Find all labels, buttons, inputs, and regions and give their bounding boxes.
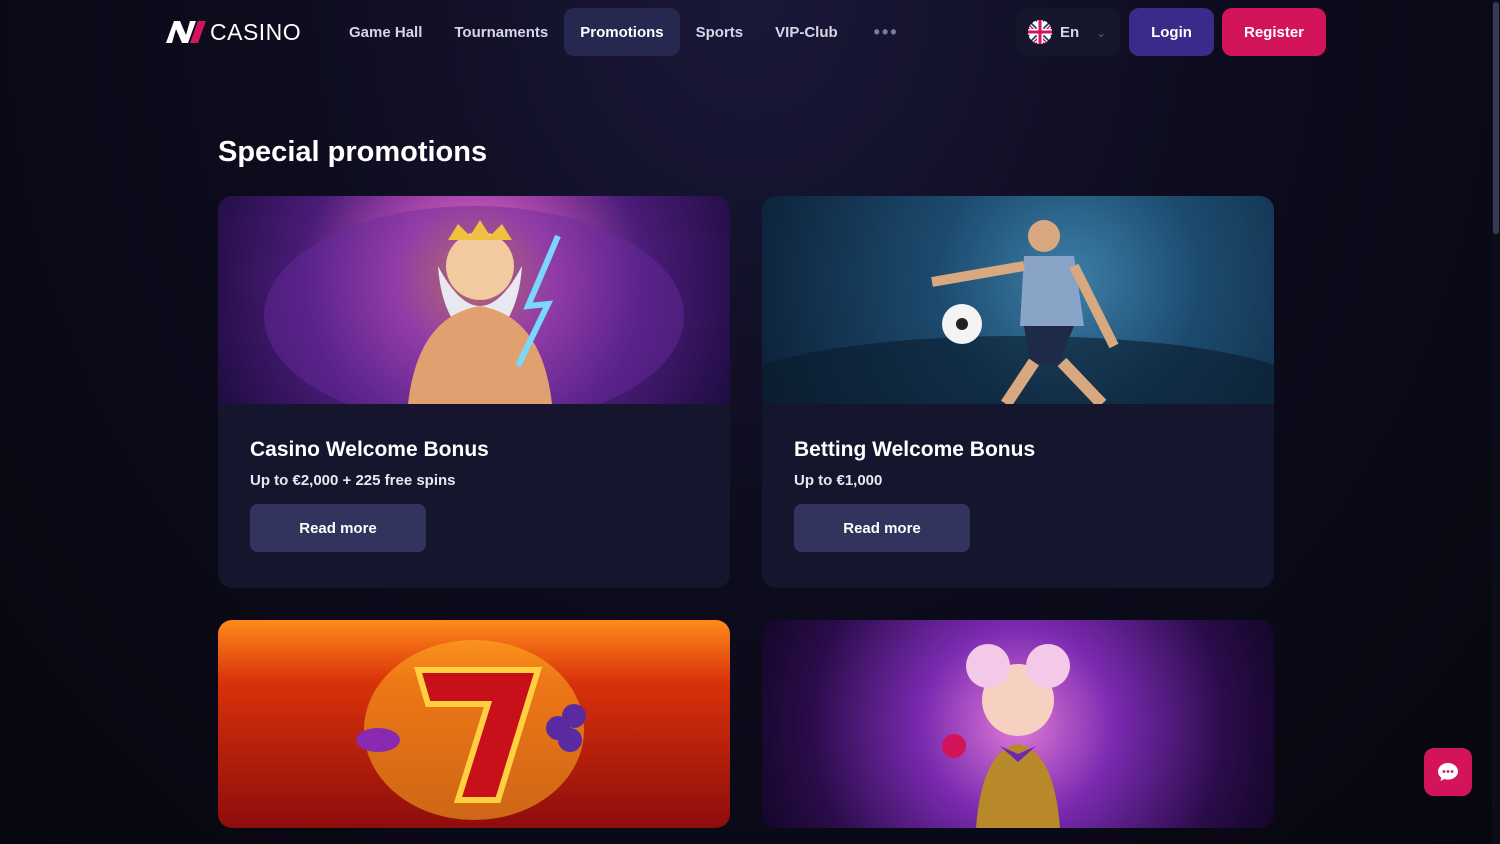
nav-vip-club[interactable]: VIP-Club [759, 8, 854, 56]
uk-flag-icon [1028, 20, 1052, 44]
more-menu-icon[interactable]: ••• [854, 8, 919, 56]
nav-promotions[interactable]: Promotions [564, 8, 680, 56]
brand-logo[interactable]: CASINO [166, 18, 302, 45]
page-scrollbar[interactable] [1492, 0, 1500, 844]
read-more-button[interactable]: Read more [250, 504, 426, 552]
chevron-down-icon: ⌄ [1095, 26, 1106, 40]
vip-clown-illustration [762, 620, 1274, 828]
chat-button[interactable] [1424, 748, 1472, 796]
promo-card-casino: Casino Welcome Bonus Up to €2,000 + 225 … [218, 196, 730, 588]
nav-tournaments[interactable]: Tournaments [438, 8, 564, 56]
page-title: Special promotions [218, 136, 488, 168]
promo-subtitle: Up to €1,000 [794, 472, 883, 489]
main-nav: Game Hall Tournaments Promotions Sports … [333, 8, 919, 56]
promo-title: Casino Welcome Bonus [250, 438, 489, 461]
register-button[interactable]: Register [1222, 8, 1326, 56]
soccer-player-illustration [762, 196, 1274, 404]
top-header: CASINO Game Hall Tournaments Promotions … [0, 0, 1500, 64]
scrollbar-thumb[interactable] [1493, 2, 1499, 234]
nav-game-hall[interactable]: Game Hall [333, 8, 438, 56]
promo-card-vip [762, 620, 1274, 828]
lucky-seven-illustration [218, 620, 730, 828]
promo-card-slots [218, 620, 730, 828]
chat-bubble-icon [1438, 763, 1458, 781]
login-button[interactable]: Login [1129, 8, 1214, 56]
promo-title: Betting Welcome Bonus [794, 438, 1036, 461]
brand-name: CASINO [210, 18, 302, 45]
brand-mark-icon [166, 21, 206, 43]
language-selector[interactable]: En ⌄ [1016, 8, 1120, 56]
read-more-button[interactable]: Read more [794, 504, 970, 552]
promo-subtitle: Up to €2,000 + 225 free spins [250, 472, 456, 489]
language-label: En [1060, 23, 1080, 41]
promo-card-betting: Betting Welcome Bonus Up to €1,000 Read … [762, 196, 1274, 588]
zeus-illustration [218, 196, 730, 404]
nav-sports[interactable]: Sports [680, 8, 760, 56]
